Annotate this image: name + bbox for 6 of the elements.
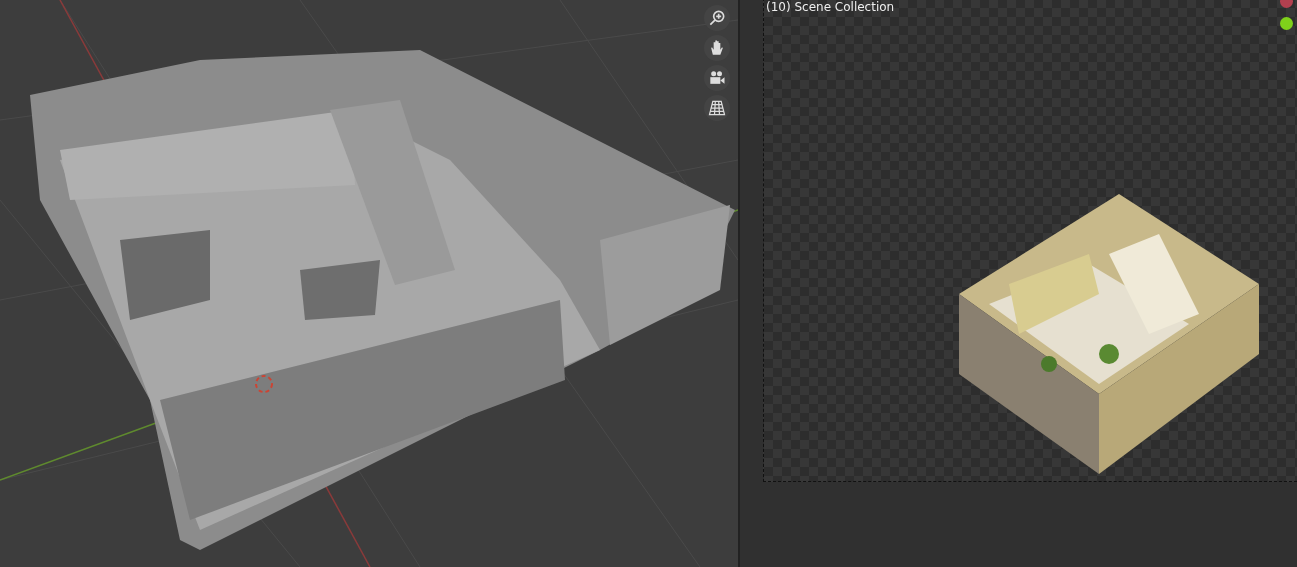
collection-label: (10) Scene Collection: [766, 0, 895, 14]
camera-icon[interactable]: [704, 65, 730, 91]
hand-icon[interactable]: [704, 35, 730, 61]
zoom-icon[interactable]: [704, 5, 730, 31]
grid-icon[interactable]: [704, 95, 730, 121]
render-viewport[interactable]: (10) Scene Collection: [738, 0, 1297, 567]
